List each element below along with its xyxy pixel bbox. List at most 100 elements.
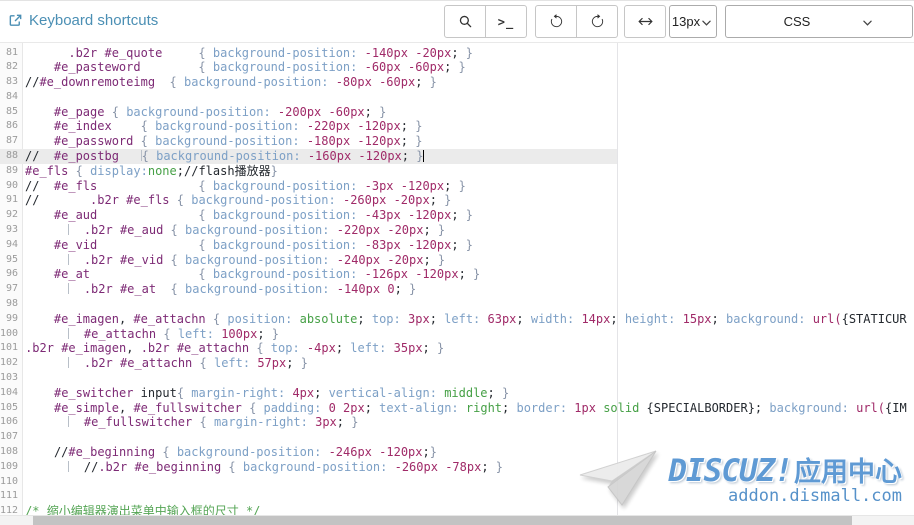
code-line[interactable]: 90// #e_fls { background-position: -3px … xyxy=(0,179,914,194)
code-line[interactable]: 97 .b2r #e_at { background-position: -14… xyxy=(0,282,914,297)
code-line[interactable]: 85 #e_page { background-position: -200px… xyxy=(0,105,914,120)
code-line[interactable]: 101.b2r #e_imagen, .b2r #e_attachn { top… xyxy=(0,341,914,356)
code-line[interactable]: 86 #e_index { background-position: -220p… xyxy=(0,119,914,134)
width-toggle-button[interactable] xyxy=(624,5,666,38)
line-number: 92 xyxy=(0,208,22,223)
line-content: .b2r #e_imagen, .b2r #e_attachn { top: -… xyxy=(22,341,914,356)
line-content: #e_switcher input{ margin-right: 4px; ve… xyxy=(22,386,914,401)
external-link-icon xyxy=(8,13,23,28)
syntax-select[interactable]: CSS xyxy=(725,5,913,38)
line-number: 111 xyxy=(0,489,22,504)
chevron-down-icon xyxy=(863,20,872,26)
code-line[interactable]: 95 .b2r #e_vid { background-position: -2… xyxy=(0,253,914,268)
code-line[interactable]: 92 #e_aud { background-position: -43px -… xyxy=(0,208,914,223)
line-number: 102 xyxy=(0,356,22,371)
line-content xyxy=(22,90,914,105)
line-number: 82 xyxy=(0,60,22,75)
line-content: #e_pasteword { background-position: -60p… xyxy=(22,60,914,75)
code-line[interactable]: 82 #e_pasteword { background-position: -… xyxy=(0,60,914,75)
line-number: 94 xyxy=(0,238,22,253)
code-line[interactable]: 107 xyxy=(0,430,914,445)
line-content: #e_password { background-position: -180p… xyxy=(22,134,914,149)
horizontal-scrollbar-thumb[interactable] xyxy=(33,516,852,525)
line-number: 88 xyxy=(0,149,22,164)
line-number: 108 xyxy=(0,445,22,460)
line-number: 98 xyxy=(0,297,22,312)
line-number: 99 xyxy=(0,312,22,327)
code-line[interactable]: 105 #e_simple, #e_fullswitcher { padding… xyxy=(0,401,914,416)
toolbar-controls: >_ xyxy=(444,5,913,38)
code-line[interactable]: 110 xyxy=(0,475,914,490)
line-number: 89 xyxy=(0,164,22,179)
line-number: 83 xyxy=(0,75,22,90)
line-content: //#e_beginning { background-position: -2… xyxy=(22,445,914,460)
code-line[interactable]: 83//#e_downremoteimg { background-positi… xyxy=(0,75,914,90)
code-lines: 81 .b2r #e_quote { background-position: … xyxy=(0,43,914,519)
line-number: 84 xyxy=(0,90,22,105)
line-number: 91 xyxy=(0,193,22,208)
code-line[interactable]: 106 #e_fullswitcher { margin-right: 3px;… xyxy=(0,415,914,430)
line-content: #e_attachn { left: 100px; } xyxy=(22,327,914,342)
line-content: //#e_downremoteimg { background-position… xyxy=(22,75,914,90)
line-number: 105 xyxy=(0,401,22,416)
horizontal-arrow-icon xyxy=(637,14,654,29)
redo-button[interactable] xyxy=(576,5,618,38)
code-line[interactable]: 109 //.b2r #e_beginning { background-pos… xyxy=(0,460,914,475)
line-content: // .b2r #e_fls { background-position: -2… xyxy=(22,193,914,208)
terminal-button[interactable]: >_ xyxy=(485,5,527,38)
terminal-icon: >_ xyxy=(498,15,514,29)
line-number: 93 xyxy=(0,223,22,238)
code-line[interactable]: 104 #e_switcher input{ margin-right: 4px… xyxy=(0,386,914,401)
search-button[interactable] xyxy=(444,5,486,38)
code-line[interactable]: 93 .b2r #e_aud { background-position: -2… xyxy=(0,223,914,238)
code-line[interactable]: 100 #e_attachn { left: 100px; } xyxy=(0,327,914,342)
code-line[interactable]: 84 xyxy=(0,90,914,105)
keyboard-shortcuts-link[interactable]: Keyboard shortcuts xyxy=(8,12,158,29)
line-content: // #e_postbg { background-position: -160… xyxy=(22,149,914,164)
line-content: .b2r #e_vid { background-position: -240p… xyxy=(22,253,914,268)
line-content: #e_aud { background-position: -43px -120… xyxy=(22,208,914,223)
line-content: #e_page { background-position: -200px -6… xyxy=(22,105,914,120)
undo-button[interactable] xyxy=(535,5,577,38)
line-content xyxy=(22,475,914,490)
undo-redo-group xyxy=(535,5,618,38)
chevron-down-icon xyxy=(702,20,711,26)
code-editor[interactable]: 81 .b2r #e_quote { background-position: … xyxy=(0,43,914,525)
code-line[interactable]: 99 #e_imagen, #e_attachn { position: abs… xyxy=(0,312,914,327)
line-number: 107 xyxy=(0,430,22,445)
code-line[interactable]: 96 #e_at { background-position: -126px -… xyxy=(0,267,914,282)
line-content xyxy=(22,430,914,445)
line-content: #e_simple, #e_fullswitcher { padding: 0 … xyxy=(22,401,914,416)
line-content: #e_fullswitcher { margin-right: 3px; } xyxy=(22,415,914,430)
line-number: 109 xyxy=(0,460,22,475)
line-number: 100 xyxy=(0,327,22,342)
toolbar: Keyboard shortcuts >_ xyxy=(0,1,914,43)
search-terminal-group: >_ xyxy=(444,5,527,38)
syntax-value: CSS xyxy=(784,14,811,29)
line-content: //.b2r #e_beginning { background-positio… xyxy=(22,460,914,475)
code-line[interactable]: 111 xyxy=(0,489,914,504)
code-line[interactable]: 103 xyxy=(0,371,914,386)
undo-icon xyxy=(549,14,564,29)
line-content: #e_imagen, #e_attachn { position: absolu… xyxy=(22,312,914,327)
code-line[interactable]: 88// #e_postbg { background-position: -1… xyxy=(0,149,914,164)
code-line[interactable]: 87 #e_password { background-position: -1… xyxy=(0,134,914,149)
code-line[interactable]: 81 .b2r #e_quote { background-position: … xyxy=(0,46,914,61)
line-number: 90 xyxy=(0,179,22,194)
line-number: 95 xyxy=(0,253,22,268)
horizontal-scrollbar[interactable] xyxy=(0,515,914,525)
line-number: 101 xyxy=(0,341,22,356)
code-line[interactable]: 89#e_fls { display:none;//flash播放器} xyxy=(0,164,914,179)
code-line[interactable]: 98 xyxy=(0,297,914,312)
code-line[interactable]: 91// .b2r #e_fls { background-position: … xyxy=(0,193,914,208)
font-size-value: 13px xyxy=(672,14,700,29)
code-line[interactable]: 102 .b2r #e_attachn { left: 57px; } xyxy=(0,356,914,371)
line-content: #e_vid { background-position: -83px -120… xyxy=(22,238,914,253)
line-number: 103 xyxy=(0,371,22,386)
line-number: 85 xyxy=(0,105,22,120)
code-line[interactable]: 108 //#e_beginning { background-position… xyxy=(0,445,914,460)
font-size-select[interactable]: 13px xyxy=(669,5,717,38)
line-number: 96 xyxy=(0,267,22,282)
line-content xyxy=(22,297,914,312)
code-line[interactable]: 94 #e_vid { background-position: -83px -… xyxy=(0,238,914,253)
